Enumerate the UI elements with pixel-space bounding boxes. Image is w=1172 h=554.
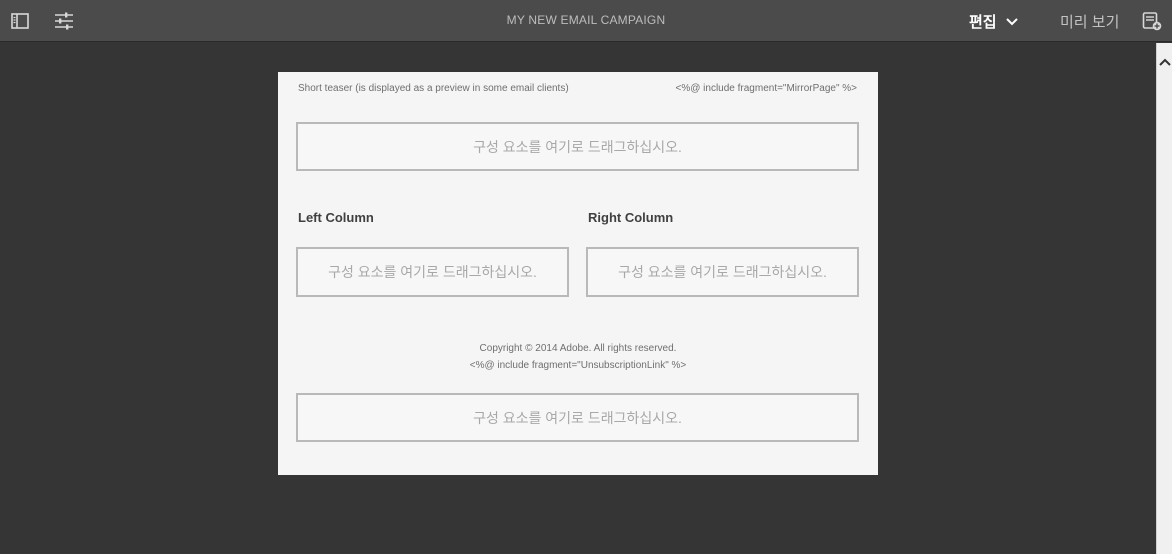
mirror-page-fragment: <%@ include fragment="MirrorPage" %>	[675, 83, 858, 94]
dropzone-top[interactable]: 구성 요소를 여기로 드래그하십시오.	[296, 122, 859, 171]
dropzone-right-column[interactable]: 구성 요소를 여기로 드래그하십시오.	[586, 247, 859, 297]
email-canvas: Short teaser (is displayed as a preview …	[278, 72, 878, 475]
teaser-text: Short teaser (is displayed as a preview …	[298, 83, 569, 94]
copyright-text: Copyright © 2014 Adobe. All rights reser…	[479, 343, 677, 354]
unsubscription-fragment: <%@ include fragment="UnsubscriptionLink…	[469, 360, 687, 371]
dropzone-bottom[interactable]: 구성 요소를 여기로 드래그하십시오.	[296, 393, 859, 442]
dropzone-left-column[interactable]: 구성 요소를 여기로 드래그하십시오.	[296, 247, 569, 297]
annotate-icon[interactable]	[1142, 11, 1162, 31]
chevron-down-icon	[1005, 17, 1018, 25]
preview-mode-button[interactable]: 미리 보기	[1060, 11, 1119, 32]
vertical-scrollbar[interactable]	[1156, 43, 1172, 554]
edit-mode-label: 편집	[969, 14, 997, 31]
chevron-up-icon[interactable]	[1157, 55, 1172, 69]
right-column-title: Right Column	[588, 210, 674, 225]
edit-mode-button[interactable]: 편집	[969, 11, 1019, 32]
left-column-title: Left Column	[298, 210, 374, 225]
top-toolbar: MY NEW EMAIL CAMPAIGN 편집 미리 보기	[0, 0, 1172, 42]
